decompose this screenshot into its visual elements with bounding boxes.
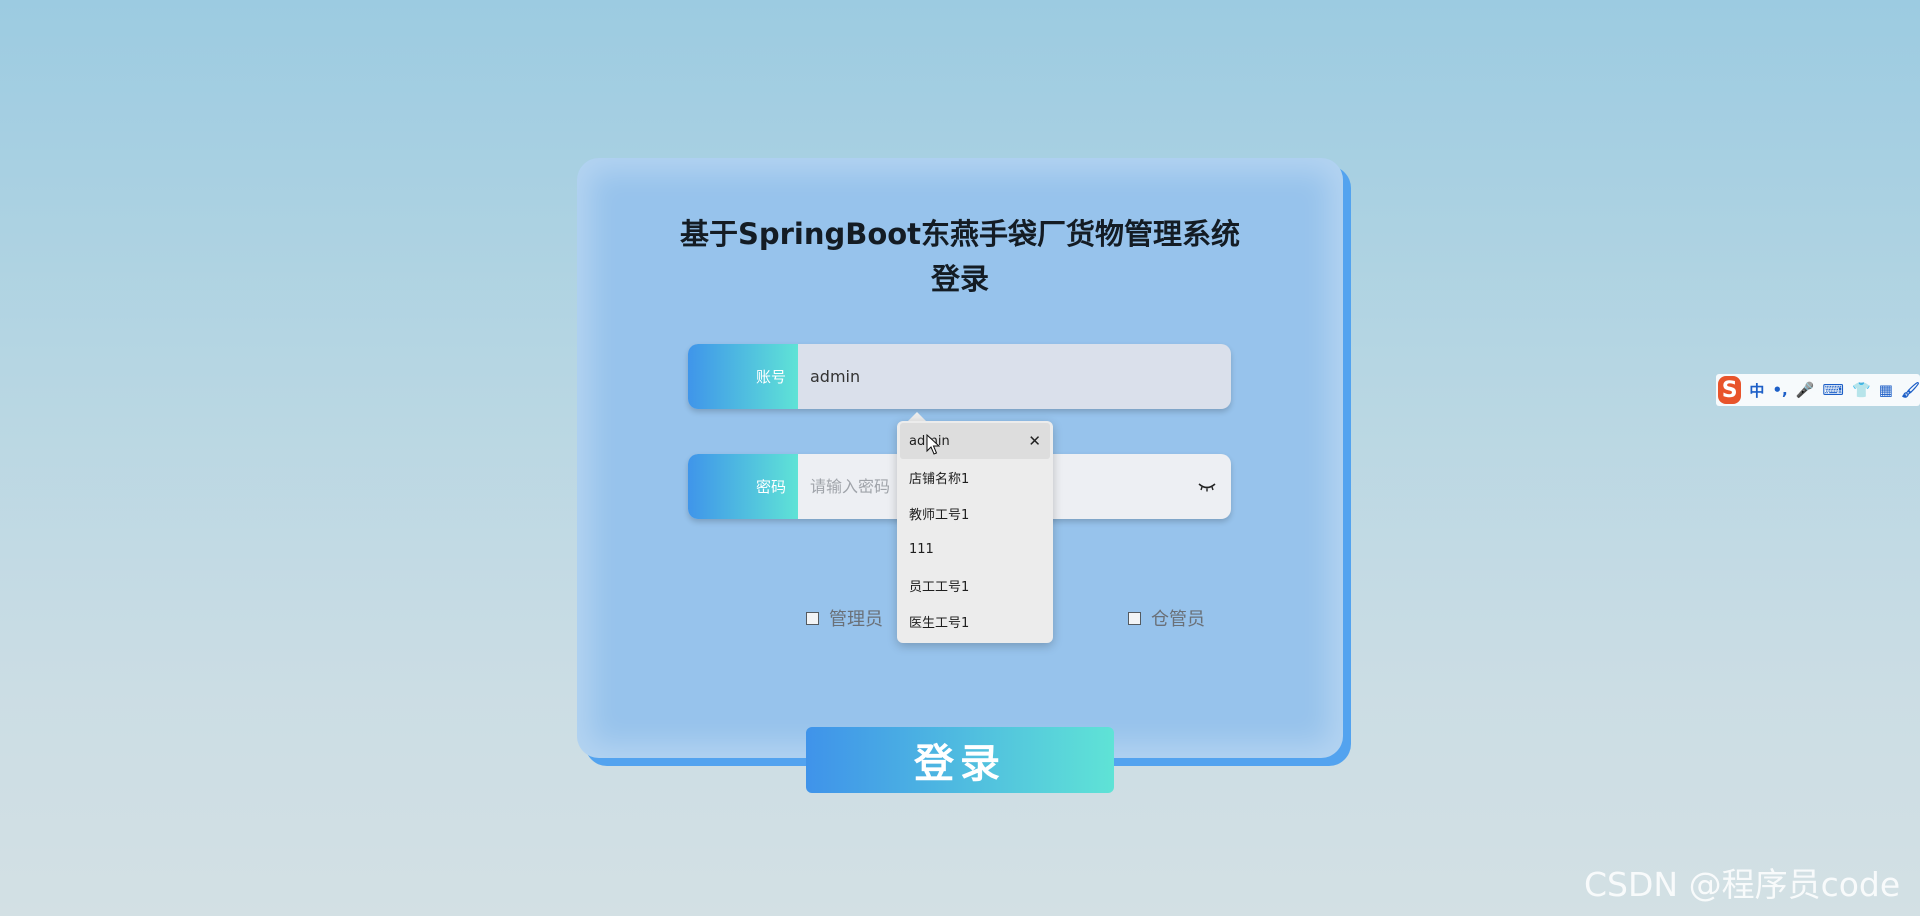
autocomplete-item-label: 医生工号1 [909, 615, 970, 631]
toolbox-icon[interactable]: ▦ [1879, 381, 1893, 399]
eye-closed-icon[interactable] [1183, 454, 1231, 519]
role-admin[interactable]: 管理员 [806, 605, 883, 631]
brush-icon[interactable]: 🖌 [1901, 381, 1920, 399]
autocomplete-item[interactable]: 员工工号1 [897, 567, 1053, 603]
role-warehouse-keeper-checkbox[interactable] [1128, 611, 1141, 625]
close-icon[interactable]: ✕ [1028, 432, 1041, 450]
mouse-cursor-icon [926, 434, 940, 455]
page-title: 基于SpringBoot东燕手袋厂货物管理系统登录 [679, 217, 1241, 296]
chinese-mode-icon[interactable]: 中 [1749, 380, 1764, 401]
autocomplete-item-label: 教师工号1 [909, 507, 970, 523]
autocomplete-item[interactable]: admin ✕ [900, 423, 1050, 459]
autocomplete-item-label: 店铺名称1 [909, 471, 970, 487]
punctuation-icon[interactable]: •, [1772, 381, 1787, 399]
autocomplete-item[interactable]: 店铺名称1 [897, 459, 1053, 495]
autocomplete-item-label: 员工工号1 [909, 579, 970, 595]
watermark: CSDN @程序员code [1584, 865, 1901, 904]
role-admin-label: 管理员 [829, 609, 883, 630]
skin-icon[interactable]: 👕 [1852, 381, 1871, 399]
autocomplete-item[interactable]: 医生工号1 [897, 603, 1053, 639]
account-input[interactable] [798, 344, 1231, 409]
role-admin-checkbox[interactable] [806, 611, 819, 625]
autocomplete-item[interactable]: 111 [897, 531, 1053, 567]
ime-toolbar[interactable]: S 中 •, 🎤 ⌨ 👕 ▦ 🖌 [1716, 374, 1920, 406]
dropdown-arrow [908, 412, 926, 421]
role-warehouse-keeper-label: 仓管员 [1151, 609, 1205, 630]
sogou-logo-icon[interactable]: S [1718, 376, 1742, 404]
autocomplete-dropdown: admin ✕ 店铺名称1 教师工号1 111 员工工号1 医生工号1 [897, 421, 1053, 643]
keyboard-icon[interactable]: ⌨ [1822, 381, 1844, 399]
login-button[interactable]: 登录 [806, 727, 1114, 793]
account-field: 账号 [688, 344, 1231, 409]
autocomplete-item-label: 111 [909, 541, 934, 557]
microphone-icon[interactable]: 🎤 [1796, 381, 1815, 399]
role-warehouse-keeper[interactable]: 仓管员 [1128, 605, 1205, 631]
autocomplete-item[interactable]: 教师工号1 [897, 495, 1053, 531]
password-label: 密码 [688, 454, 798, 519]
account-label: 账号 [688, 344, 798, 409]
